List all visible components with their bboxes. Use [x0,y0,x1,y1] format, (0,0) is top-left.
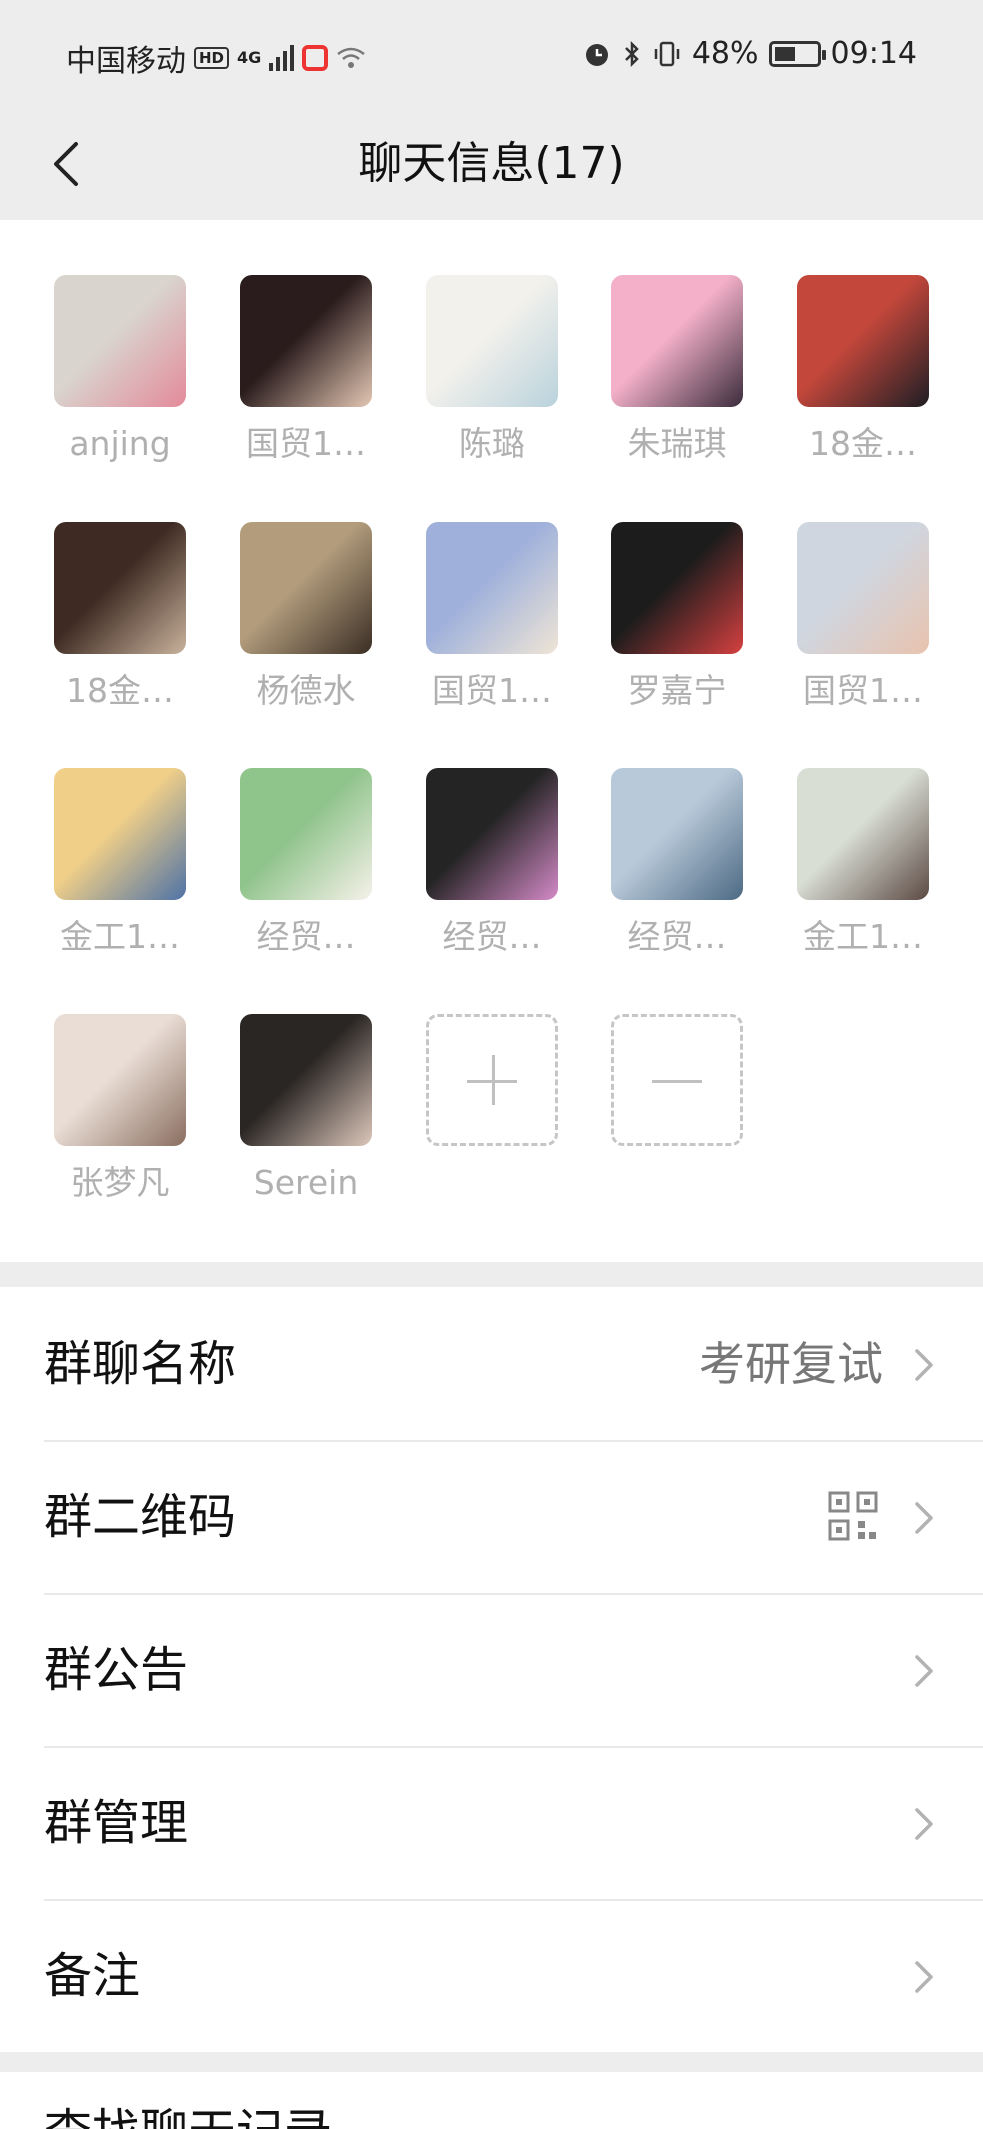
member-name: 国贸1… [246,424,366,463]
member-item[interactable]: Serein [240,1014,372,1208]
member-item[interactable]: 18金… [54,522,186,716]
avatar [240,768,372,900]
status-left: 中国移动 HD 4G [66,36,366,80]
chevron-right-icon [915,1655,933,1687]
member-item[interactable]: 朱瑞琪 [611,275,743,469]
chevron-right-icon [915,1808,933,1840]
avatar [797,522,929,654]
avatar [54,768,186,900]
status-right: 48% 09:14 [582,36,917,71]
app-notification-icon [302,45,329,71]
avatar [611,768,743,900]
member-item[interactable]: anjing [54,275,186,469]
avatar [797,768,929,900]
plus-icon [426,1014,558,1146]
avatar [54,1014,186,1146]
avatar [240,522,372,654]
vibrate-icon [654,41,680,66]
add-member-button[interactable] [426,1014,558,1146]
member-name: 18金… [66,671,174,710]
member-item[interactable]: 张梦凡 [54,1014,186,1208]
member-name: 国贸1… [803,671,923,710]
group-qr-row[interactable]: 群二维码 [0,1440,983,1593]
management-row[interactable]: 群管理 [0,1746,983,1899]
avatar [240,1014,372,1146]
group-name-value: 考研复试 [699,1337,883,1391]
member-name: 杨德水 [256,671,356,710]
signal-icon [269,45,295,71]
remark-row[interactable]: 备注 [0,1899,983,2052]
wifi-icon [337,47,366,68]
search-history-row[interactable]: 查找聊天记录 [0,2072,983,2129]
member-item[interactable]: 18金… [797,275,929,469]
member-item[interactable]: 经贸… [240,768,372,962]
member-name: 经贸… [627,917,727,956]
bluetooth-icon [624,40,639,67]
member-name: anjing [69,424,171,463]
member-name: Serein [253,1163,359,1202]
qr-code-icon [828,1491,878,1541]
clock: 09:14 [830,36,917,71]
page-title: 聊天信息(17) [358,138,625,189]
group-qr-label: 群二维码 [44,1489,237,1545]
avatar [240,275,372,407]
group-name-row[interactable]: 群聊名称 考研复试 [0,1287,983,1440]
alarm-icon [585,43,608,66]
member-name: 金工1… [60,917,180,956]
hd-badge: HD [194,47,230,69]
member-item[interactable]: 经贸… [611,768,743,962]
status-bar: 中国移动 HD 4G 48% 09:14 [0,0,983,110]
member-item[interactable]: 陈璐 [426,275,558,469]
search-history-label: 查找聊天记录 [44,2102,332,2129]
avatar [611,522,743,654]
member-name: 张梦凡 [70,1163,170,1202]
settings-list: 群聊名称 考研复试 群二维码 群公告 群管理 备注 [0,1287,983,2052]
member-name: 经贸… [442,917,542,956]
member-item[interactable]: 经贸… [426,768,558,962]
navigation-bar: 聊天信息(17) [0,110,983,220]
member-name: 金工1… [803,917,923,956]
announcement-row[interactable]: 群公告 [0,1593,983,1746]
remove-member-button[interactable] [611,1014,743,1146]
announcement-label: 群公告 [44,1642,189,1698]
member-item[interactable]: 罗嘉宁 [611,522,743,716]
section-divider [0,2052,983,2072]
remark-label: 备注 [44,1948,141,2004]
avatar [54,522,186,654]
member-name: 经贸… [256,917,356,956]
member-name: 朱瑞琪 [627,424,727,463]
group-name-label: 群聊名称 [44,1336,237,1392]
chevron-right-icon [915,1502,933,1534]
member-name: 罗嘉宁 [627,671,727,710]
members-panel: anjing 国贸1… 陈璐 朱瑞琪 18金… 18金… 杨德水 国贸1… 罗嘉宁 国贸1… 金工1… [0,220,983,1262]
avatar [426,275,558,407]
member-item[interactable]: 国贸1… [426,522,558,716]
network-type: 4G [237,48,262,67]
member-item[interactable]: 金工1… [797,768,929,962]
chevron-right-icon [915,1349,933,1381]
member-name: 陈璐 [459,424,525,463]
member-item[interactable]: 金工1… [54,768,186,962]
management-label: 群管理 [44,1795,189,1851]
chevron-right-icon [915,1961,933,1993]
carrier-name: 中国移动 [66,44,186,79]
battery-percent: 48% [691,36,759,71]
member-name: 国贸1… [432,671,552,710]
member-item[interactable]: 国贸1… [797,522,929,716]
member-item[interactable]: 国贸1… [240,275,372,469]
avatar [54,275,186,407]
minus-icon [611,1014,743,1146]
avatar [426,768,558,900]
member-name: 18金… [809,424,917,463]
avatar [797,275,929,407]
member-item[interactable]: 杨德水 [240,522,372,716]
avatar [426,522,558,654]
avatar [611,275,743,407]
battery-icon [768,40,826,67]
